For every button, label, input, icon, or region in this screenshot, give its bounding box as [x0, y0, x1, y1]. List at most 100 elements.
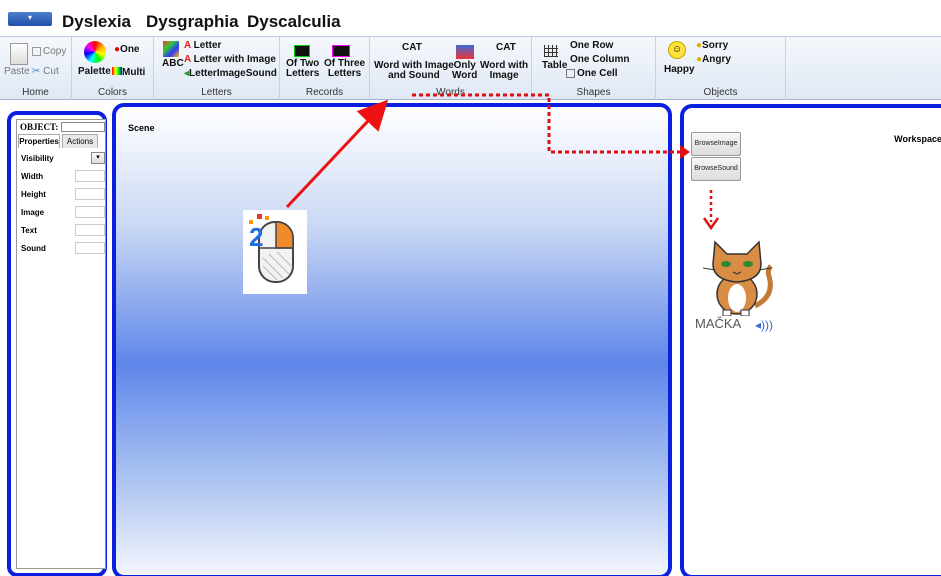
properties-box: OBJECT: Properties Actions Visibility ▾ … [16, 119, 106, 569]
abc-button[interactable]: ABC [162, 59, 184, 69]
tab-dyscalculia[interactable]: Dyscalculia [247, 12, 341, 32]
cat-image [702, 240, 773, 317]
ribbon: Paste Copy ✂ Cut Home Palette ●One Multi… [0, 36, 941, 100]
letter-with-image-button[interactable]: A Letter with Image [184, 55, 276, 65]
group-words: CAT CAT Word with Image and Sound Only Wor… [370, 37, 532, 100]
word-with-image-button[interactable]: Word with Image [480, 61, 528, 81]
sound-input[interactable] [75, 242, 105, 254]
group-records: Of Two Letters Of Three Letters Records [280, 37, 370, 100]
group-label-objects: Objects [703, 87, 738, 98]
of-two-letters-button[interactable]: Of Two Letters [286, 59, 319, 79]
svg-text:2: 2 [249, 222, 263, 252]
object-label: OBJECT: [20, 122, 59, 132]
letter-a-icon: A [184, 40, 191, 51]
properties-panel: OBJECT: Properties Actions Visibility ▾ … [7, 111, 107, 576]
group-label-home: Home [22, 87, 49, 98]
of-two-line2: Letters [286, 68, 320, 79]
group-letters: ABC A Letter A Letter with Image ◂Letter… [154, 37, 280, 100]
tab-dysgraphia[interactable]: Dysgraphia [146, 12, 239, 32]
multi-label: Multi [122, 67, 146, 78]
cut-button[interactable]: ✂ Cut [32, 67, 59, 77]
group-objects: ☺ Happy ●Sorry ●Angry Objects [656, 37, 786, 100]
copy-label: Copy [43, 46, 67, 58]
property-image-label: Image [21, 208, 45, 217]
property-visibility-label: Visibility [21, 154, 54, 163]
sorry-label: Sorry [702, 40, 729, 51]
mouse-click-icon: 2 [249, 214, 294, 283]
palette-button[interactable]: Palette [78, 67, 111, 77]
wis-line2: and Sound [388, 70, 440, 81]
group-label-words: Words [436, 87, 465, 98]
mouse-double-click-card[interactable]: 2 [243, 210, 307, 294]
width-input[interactable] [75, 170, 105, 182]
tab-properties[interactable]: Properties [18, 134, 60, 148]
three-letters-icon [332, 45, 350, 57]
palette-icon [84, 41, 106, 63]
word-with-image-and-sound-button[interactable]: Word with Image and Sound [374, 61, 454, 81]
letter-with-image-label: Letter with Image [193, 54, 276, 65]
happy-icon: ☺ [668, 41, 686, 59]
one-cell-checkbox[interactable] [566, 69, 575, 78]
table-button[interactable]: Table [542, 61, 567, 71]
cut-icon: ✂ [32, 66, 41, 77]
one-row-button[interactable]: One Row [570, 41, 613, 51]
group-label-letters: Letters [201, 87, 232, 98]
only-word-icon [456, 45, 474, 59]
sound-play-icon[interactable]: ◂))) [755, 318, 773, 332]
scene-panel[interactable]: Scene [112, 103, 672, 576]
letter-image-icon: A [184, 54, 191, 65]
cat-word-label: MAČKA [695, 316, 742, 331]
one-cell-label: One Cell [577, 68, 618, 80]
property-text-label: Text [21, 226, 37, 235]
browse-sound-button[interactable]: BrowseSound [691, 157, 741, 181]
table-icon [544, 45, 558, 57]
group-home: Paste Copy ✂ Cut Home [0, 37, 72, 100]
only-word-button[interactable]: Only Word [452, 61, 477, 81]
object-name-input[interactable] [61, 122, 105, 132]
group-label-shapes: Shapes [576, 87, 611, 98]
multi-color-icon [112, 67, 122, 75]
image-input[interactable] [75, 206, 105, 218]
visibility-dropdown[interactable]: ▾ [91, 152, 105, 164]
letter-label: Letter [193, 40, 222, 51]
one-label: One [120, 44, 140, 55]
cat-icon-2: CAT [496, 42, 516, 53]
sorry-button[interactable]: ●Sorry [696, 41, 728, 51]
scene-label: Scene [128, 123, 155, 133]
property-width-label: Width [21, 172, 44, 181]
group-shapes: Table One Row One Column One Cell Shapes [532, 37, 656, 100]
paste-button[interactable]: Paste [4, 67, 30, 77]
cat-word-card[interactable]: MAČKA ◂))) [695, 236, 781, 346]
of-three-letters-button[interactable]: Of Three Letters [324, 59, 365, 79]
text-input[interactable] [75, 224, 105, 236]
copy-button[interactable]: Copy [32, 47, 66, 57]
tab-dyslexia[interactable]: Dyslexia [62, 12, 131, 32]
copy-icon [32, 47, 41, 56]
group-colors: Palette ●One Multi Colors [72, 37, 154, 100]
one-color-button[interactable]: ●One [114, 45, 140, 55]
abc-icon [163, 41, 179, 57]
letter-image-sound-label: LetterImageSound [189, 68, 277, 79]
letter-image-sound-button[interactable]: ◂LetterImageSound [184, 69, 277, 79]
height-input[interactable] [75, 188, 105, 200]
group-label-records: Records [305, 87, 344, 98]
one-cell-button[interactable]: One Cell [566, 69, 618, 79]
property-sound-label: Sound [21, 244, 46, 253]
property-height-label: Height [21, 190, 46, 199]
one-column-button[interactable]: One Column [570, 55, 629, 65]
two-letters-icon [294, 45, 310, 57]
cat-icon-1: CAT [402, 42, 422, 53]
only-line2: Word [452, 70, 478, 81]
letter-button[interactable]: A Letter [184, 41, 221, 51]
wi-line2: Image [489, 70, 519, 81]
happy-button[interactable]: Happy [664, 65, 695, 75]
workspace-label: Workspace [894, 134, 941, 144]
tab-actions[interactable]: Actions [62, 134, 98, 148]
app-menu-button[interactable]: ▾ [8, 12, 52, 26]
browse-image-button[interactable]: BrowseImage [691, 132, 741, 156]
ribbon-tabbar: ▾ Dyslexia Dysgraphia Dyscalculia [0, 0, 941, 36]
multi-color-button[interactable]: Multi [112, 67, 145, 78]
group-label-colors: Colors [98, 87, 127, 98]
angry-label: Angry [702, 54, 731, 65]
angry-button[interactable]: ●Angry [696, 55, 731, 65]
